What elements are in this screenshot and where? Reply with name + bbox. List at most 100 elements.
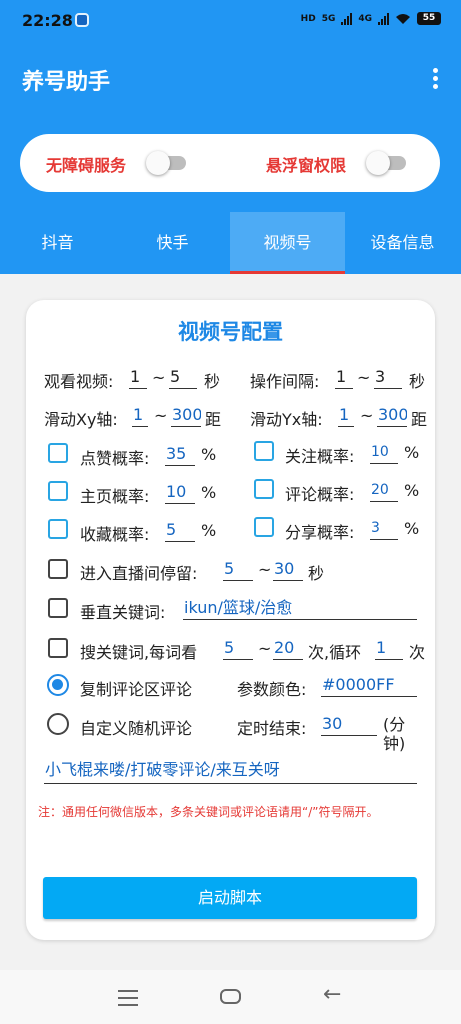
home-label: 主页概率: — [80, 487, 150, 506]
back-icon[interactable]: ← — [323, 984, 341, 1006]
comments-input[interactable]: 小飞棍来喽/打破零评论/来互关呀 — [44, 758, 417, 784]
tab-douyin[interactable]: 抖音 — [0, 212, 115, 274]
tab-kuaishou[interactable]: 快手 — [115, 212, 230, 274]
swipe-xy-min-input[interactable]: 1 — [132, 405, 148, 427]
accessibility-label: 无障碍服务 — [46, 156, 127, 175]
signal-icon — [341, 12, 353, 25]
app-title: 养号助手 — [22, 70, 111, 95]
watch-max-input[interactable]: 5 — [169, 367, 197, 389]
percent: % — [404, 519, 420, 538]
follow-label: 关注概率: — [285, 447, 355, 466]
swipe-xy-unit: 距 — [205, 410, 222, 429]
follow-checkbox[interactable] — [254, 441, 274, 461]
interval-label: 操作间隔: — [250, 372, 320, 391]
custom-comment-label: 自定义随机评论 — [80, 719, 193, 738]
custom-comment-radio[interactable] — [47, 713, 69, 735]
status-bar: 22:28 HD 5G 4G 55 — [0, 0, 461, 42]
accessibility-toggle[interactable] — [146, 151, 190, 175]
hd-badge: HD — [300, 13, 316, 24]
home-input[interactable]: 10 — [165, 482, 195, 504]
search-min-input[interactable]: 5 — [223, 638, 253, 660]
copy-comment-radio[interactable] — [47, 674, 69, 696]
overlay-label: 悬浮窗权限 — [266, 156, 347, 175]
percent: % — [404, 443, 420, 462]
comment-label: 评论概率: — [285, 485, 355, 504]
tilde: ~ — [152, 368, 166, 387]
live-min-input[interactable]: 5 — [223, 559, 253, 581]
search-unit: 次 — [409, 643, 426, 662]
app-bar: 养号助手 — [0, 42, 461, 118]
overlay-toggle[interactable] — [366, 151, 410, 175]
watch-min-input[interactable]: 1 — [129, 367, 147, 389]
keyword-input[interactable]: ikun/篮球/治愈 — [183, 598, 417, 620]
live-label: 进入直播间停留: — [80, 564, 198, 583]
interval-max-input[interactable]: 3 — [374, 367, 402, 389]
config-card: 视频号配置 观看视频: 1 ~ 5 秒 操作间隔: 1 ~ 3 秒 滑动Xy轴:… — [26, 300, 435, 940]
swipe-xy-label: 滑动Xy轴: — [44, 410, 118, 429]
live-max-input[interactable]: 30 — [273, 559, 303, 581]
start-script-button[interactable]: 启动脚本 — [43, 877, 417, 919]
keyword-checkbox[interactable] — [48, 598, 68, 618]
tilde: ~ — [360, 406, 374, 425]
favorite-label: 收藏概率: — [80, 525, 150, 544]
like-label: 点赞概率: — [80, 449, 150, 468]
comment-input[interactable]: 20 — [370, 480, 398, 502]
signal-icon-2 — [378, 12, 389, 25]
swipe-xy-max-input[interactable]: 300 — [171, 405, 201, 427]
config-title: 视频号配置 — [178, 320, 283, 344]
follow-input[interactable]: 10 — [370, 442, 398, 464]
live-checkbox[interactable] — [48, 559, 68, 579]
permissions-card: 无障碍服务 悬浮窗权限 — [20, 134, 440, 192]
percent: % — [201, 445, 217, 464]
notification-app-icon — [75, 13, 89, 27]
system-nav-bar: ← — [0, 970, 461, 1024]
share-checkbox[interactable] — [254, 517, 274, 537]
status-time: 22:28 — [22, 11, 73, 30]
search-max-input[interactable]: 20 — [273, 638, 303, 660]
timer-unit: (分钟) — [383, 715, 406, 753]
swipe-yx-max-input[interactable]: 300 — [377, 405, 407, 427]
tab-indicator — [230, 271, 345, 274]
favorite-input[interactable]: 5 — [165, 520, 195, 542]
percent: % — [201, 483, 217, 502]
percent: % — [404, 481, 420, 500]
share-input[interactable]: 3 — [370, 518, 398, 540]
home-icon[interactable] — [220, 989, 241, 1004]
comment-checkbox[interactable] — [254, 479, 274, 499]
swipe-yx-min-input[interactable]: 1 — [338, 405, 354, 427]
share-label: 分享概率: — [285, 523, 355, 542]
live-unit: 秒 — [308, 564, 325, 583]
search-loop-input[interactable]: 1 — [375, 638, 403, 660]
tab-device-info[interactable]: 设备信息 — [345, 212, 460, 274]
param-color-input[interactable]: #0000FF — [321, 675, 417, 697]
watch-label: 观看视频: — [44, 372, 114, 391]
swipe-yx-label: 滑动Yx轴: — [250, 410, 323, 429]
tab-bar: 抖音 快手 视频号 设备信息 — [0, 212, 461, 274]
more-options-icon[interactable] — [433, 68, 439, 90]
search-mid-label: 次,循环 — [308, 643, 362, 662]
tilde: ~ — [154, 406, 168, 425]
wifi-icon — [396, 13, 410, 24]
tab-shipinhao[interactable]: 视频号 — [230, 212, 345, 274]
interval-unit: 秒 — [409, 372, 426, 391]
tilde: ~ — [258, 560, 272, 579]
like-checkbox[interactable] — [48, 443, 68, 463]
interval-min-input[interactable]: 1 — [335, 367, 353, 389]
search-label: 搜关键词,每词看 — [80, 643, 198, 662]
favorite-checkbox[interactable] — [48, 519, 68, 539]
search-checkbox[interactable] — [48, 638, 68, 658]
status-icons: HD 5G 4G 55 — [301, 12, 441, 25]
watch-unit: 秒 — [204, 372, 221, 391]
timer-label: 定时结束: — [237, 719, 307, 738]
net-4g-label: 4G — [358, 13, 372, 24]
timer-input[interactable]: 30 — [321, 714, 377, 736]
usage-note: 注：通用任何微信版本，多条关键词或评论语请用“/”符号隔开。 — [38, 805, 379, 819]
tilde: ~ — [258, 639, 272, 658]
tilde: ~ — [357, 368, 371, 387]
like-input[interactable]: 35 — [165, 444, 195, 466]
copy-comment-label: 复制评论区评论 — [80, 680, 193, 699]
recent-apps-icon[interactable] — [118, 990, 138, 1011]
home-checkbox[interactable] — [48, 481, 68, 501]
keyword-label: 垂直关键词: — [80, 603, 166, 622]
percent: % — [201, 521, 217, 540]
